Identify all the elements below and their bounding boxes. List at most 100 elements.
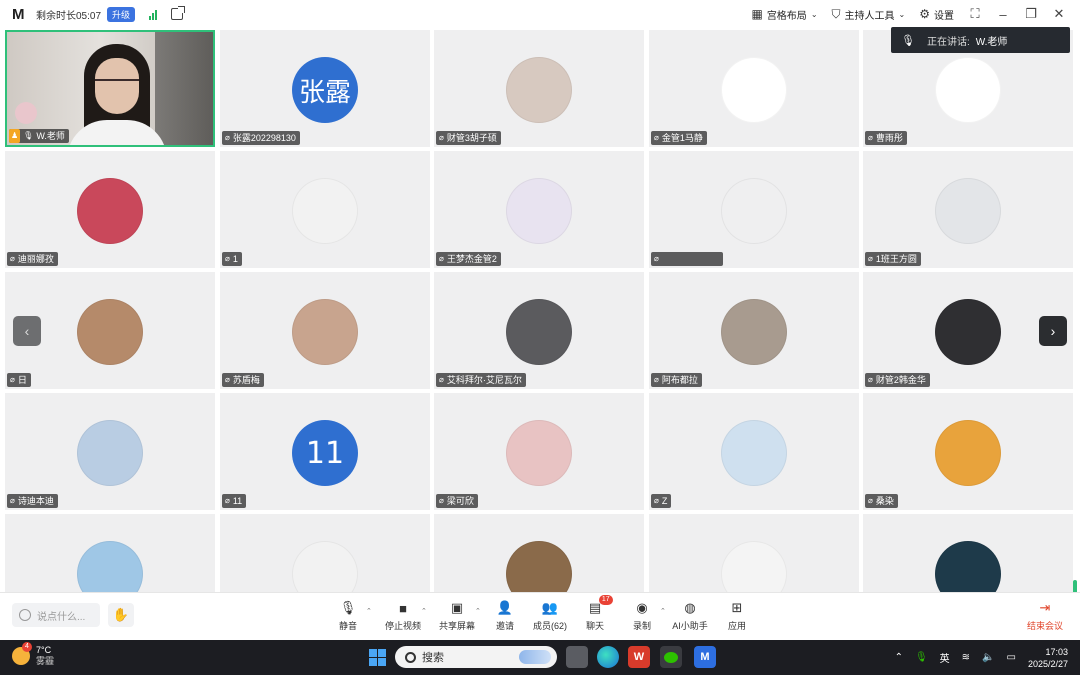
title-bar: M 剩余时长05:07 升级 ▦ 宫格布局 ⌄ ⛉ 主持人工具 ⌄ ⚙ 设置 ⛶… xyxy=(0,0,1080,28)
host-tools-button[interactable]: ⛉ 主持人工具 ⌄ xyxy=(832,7,906,22)
participant-name-tag: ⌀ 金管1马静 xyxy=(651,131,707,145)
previous-page-button[interactable]: ‹ xyxy=(13,316,41,346)
person-photo-icon xyxy=(77,178,143,244)
toolbar-button-record[interactable]: ◉ 录制 xyxy=(617,600,667,632)
weather-condition: 雾霾 xyxy=(36,656,55,666)
participant-tile[interactable]: ⌀ 阿布都拉 xyxy=(649,272,859,389)
participant-name-tag: ⌀ 迪丽娜孜 xyxy=(7,252,58,266)
chevron-up-icon[interactable]: ⌃ xyxy=(421,607,427,615)
microphone-muted-icon: ⌀ xyxy=(225,133,230,142)
camera-video-feed xyxy=(155,32,213,145)
participant-tile[interactable]: ⌀ 财管3胡子硕 xyxy=(434,30,644,147)
taskbar-search[interactable]: 搜索 xyxy=(395,646,557,668)
participant-tile[interactable]: ⌀ 金管1马静 xyxy=(649,30,859,147)
system-tray: ⌃ 🎙 英 ≋ 🔈 ▭ 17:03 2025/2/27 xyxy=(895,640,1068,675)
avatar-initials: 张露 xyxy=(292,57,358,123)
minimize-icon[interactable]: – xyxy=(996,7,1010,22)
raise-hand-button[interactable]: ✋ xyxy=(108,603,134,627)
video-grid: ♟ 🎙 W.老师 张露 ⌀ 张露202298130 ⌀ 财管3胡子硕 ⌀ 金管1马静 ⌀ 曹雨彤 ⌀ 迪丽… xyxy=(5,30,1075,592)
toolbar-button-add-user[interactable]: 👤 邀请 xyxy=(480,600,530,632)
settings-button[interactable]: ⚙ 设置 xyxy=(919,7,954,22)
participant-tile[interactable]: ⌀ 王梦杰金管2 xyxy=(434,151,644,268)
gold-treasure-icon xyxy=(721,178,787,244)
edge-browser-icon[interactable] xyxy=(597,646,619,668)
participant-tile[interactable]: ⌀ 桑染 xyxy=(863,393,1073,510)
toolbar-button-share-screen[interactable]: ▣ 共享屏幕 xyxy=(432,600,482,632)
chevron-right-icon: › xyxy=(1050,323,1056,339)
participant-tile[interactable]: ⌀ xyxy=(649,514,859,592)
participant-name: 艾科拜尔·艾尼瓦尔 xyxy=(446,375,522,385)
participant-tile[interactable]: ⌀ 1班王方圆 xyxy=(863,151,1073,268)
microphone-muted-icon: ⌀ xyxy=(225,375,230,384)
participant-name-tag: ⌀ 曹雨彤 xyxy=(865,131,907,145)
toolbar-button-members[interactable]: 👥 成员(62) xyxy=(525,600,575,632)
wps-office-icon[interactable]: W xyxy=(628,646,650,668)
cat-photo-icon xyxy=(77,299,143,365)
participant-tile[interactable]: ⌀ xyxy=(863,514,1073,592)
microphone-muted-icon: ⌀ xyxy=(225,496,230,505)
microphone-icon[interactable]: 🎙 xyxy=(915,652,928,663)
end-meeting-label: 结束会议 xyxy=(1026,621,1063,631)
tencent-meeting-icon[interactable]: M xyxy=(694,646,716,668)
ime-indicator[interactable]: 英 xyxy=(940,650,950,665)
participant-name: 苏盾梅 xyxy=(232,375,260,385)
next-page-button[interactable]: › xyxy=(1039,316,1067,346)
battery-icon[interactable]: ▭ xyxy=(1007,652,1016,663)
toolbar-button-ai-assistant[interactable]: ◍ AI小助手 xyxy=(665,600,715,632)
toolbar-button-video-camera[interactable]: ■ 停止视频 xyxy=(378,600,428,632)
participant-tile[interactable]: ♟ 🎙 W.老师 xyxy=(5,30,215,147)
participant-tile[interactable]: 张露 ⌀ 张露202298130 xyxy=(220,30,430,147)
toolbar-button-apps[interactable]: ⊞ 应用 xyxy=(712,600,762,632)
toolbar-label: 聊天 xyxy=(585,621,604,631)
participant-tile[interactable]: ⌀ 1 xyxy=(220,151,430,268)
cartoon-cat-icon xyxy=(721,420,787,486)
participant-tile[interactable]: ⌀ xyxy=(649,151,859,268)
external-link-icon[interactable] xyxy=(171,6,186,20)
clock[interactable]: 17:03 2025/2/27 xyxy=(1028,646,1068,670)
participant-tile[interactable]: ⌀ 迪丽娜孜 xyxy=(5,151,215,268)
toolbar-button-microphone[interactable]: 🎙 静音 xyxy=(323,600,373,632)
participant-name-tag: ⌀ 阿布都拉 xyxy=(651,373,702,387)
participant-tile[interactable]: ⌀ 梁可欣 xyxy=(434,393,644,510)
end-meeting-button[interactable]: ⇥ 结束会议 xyxy=(1024,600,1066,632)
fullscreen-icon[interactable]: ⛶ xyxy=(968,6,982,22)
chevron-up-icon[interactable]: ⌃ xyxy=(366,607,372,615)
participant-name-tag: ⌀ 1 xyxy=(222,252,242,266)
speaker-icon[interactable]: 🔈 xyxy=(982,652,994,663)
chat-input[interactable]: 说点什么... xyxy=(12,603,100,627)
emoji-icon[interactable] xyxy=(19,609,31,621)
speaking-indicator: 🎙 正在讲话: W.老师 xyxy=(891,27,1070,53)
participant-tile[interactable]: 11 ⌀ 11 xyxy=(220,393,430,510)
toolbar-button-chat[interactable]: ▤ 17 聊天 xyxy=(570,595,620,632)
participant-tile[interactable]: ⌀ Z xyxy=(649,393,859,510)
wechat-icon[interactable] xyxy=(660,646,682,668)
start-button[interactable] xyxy=(366,646,388,668)
participant-tile[interactable]: ⌀ 苏盾梅 xyxy=(220,272,430,389)
participant-tile[interactable]: ⌀ xyxy=(434,514,644,592)
participant-name-tag: ⌀ Z xyxy=(651,494,672,508)
participant-tile[interactable]: ⌀ xyxy=(5,514,215,592)
record-icon: ◉ xyxy=(636,600,648,615)
task-view-icon[interactable] xyxy=(566,646,588,668)
unread-badge: 17 xyxy=(598,595,613,605)
anime-girl-icon xyxy=(506,178,572,244)
search-placeholder: 搜索 xyxy=(422,652,444,664)
close-icon[interactable]: ✕ xyxy=(1052,6,1066,22)
network-signal-icon[interactable] xyxy=(149,9,158,20)
upgrade-button[interactable]: 升级 xyxy=(107,6,136,22)
microphone-icon: 🎙 xyxy=(339,600,357,615)
participant-name-tag: ⌀ 梁可欣 xyxy=(436,494,478,508)
restore-icon[interactable]: ❐ xyxy=(1024,6,1038,22)
wifi-icon[interactable]: ≋ xyxy=(962,652,970,663)
participant-name: 财管3胡子硕 xyxy=(446,133,497,143)
person-photo-icon xyxy=(506,420,572,486)
chevron-up-icon[interactable]: ⌃ xyxy=(895,652,903,663)
participant-name: 财管2韩金华 xyxy=(875,375,926,385)
participant-tile[interactable]: ⌀ xyxy=(220,514,430,592)
toolbar-label: 录制 xyxy=(632,621,651,631)
share-screen-icon: ▣ xyxy=(450,600,464,615)
participant-tile[interactable]: ⌀ 艾科拜尔·艾尼瓦尔 xyxy=(434,272,644,389)
layout-button[interactable]: ▦ 宫格布局 ⌄ xyxy=(751,7,817,22)
weather-widget[interactable]: 4 7°C 雾霾 xyxy=(12,642,55,667)
participant-tile[interactable]: ⌀ 诗迪本迪 xyxy=(5,393,215,510)
